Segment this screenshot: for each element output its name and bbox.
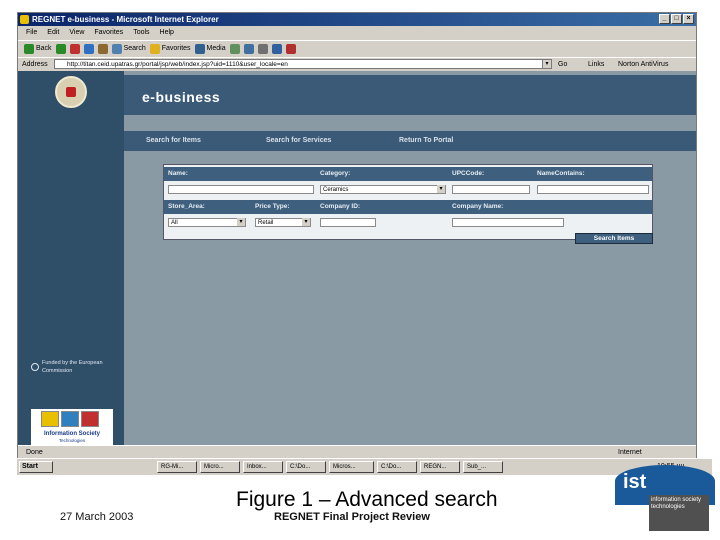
task-button[interactable]: Micros... bbox=[329, 461, 374, 473]
menu-bar: File Edit View Favorites Tools Help bbox=[18, 26, 696, 39]
menu-edit[interactable]: Edit bbox=[47, 26, 59, 39]
forward-icon[interactable] bbox=[55, 43, 66, 54]
address-bar: Address http://titan.ceid.upatras.gr/por… bbox=[18, 57, 696, 71]
figure-caption: Figure 1 – Advanced search bbox=[236, 488, 498, 511]
edit-icon[interactable] bbox=[271, 43, 282, 54]
ie-icon bbox=[20, 15, 29, 24]
discuss-icon[interactable] bbox=[285, 43, 296, 54]
ist-subtext: information society technologies bbox=[649, 495, 709, 531]
task-button[interactable]: RG-Mi... bbox=[157, 461, 197, 473]
ist-tile-icon bbox=[81, 411, 99, 427]
browser-window: REGNET e-business - Microsoft Internet E… bbox=[17, 12, 697, 460]
task-button[interactable]: C:\Do... bbox=[286, 461, 326, 473]
start-button[interactable]: Start bbox=[19, 461, 53, 473]
address-input[interactable]: http://titan.ceid.upatras.gr/portal/jsp/… bbox=[54, 59, 552, 69]
company-name-label: Company Name: bbox=[452, 203, 504, 210]
namecontains-input[interactable] bbox=[537, 185, 649, 194]
ist-tile-icon bbox=[41, 411, 59, 427]
task-button[interactable]: REGN... bbox=[420, 461, 460, 473]
price-type-select[interactable]: Retail bbox=[255, 218, 311, 227]
stop-icon[interactable] bbox=[69, 43, 80, 54]
store-area-label: Store_Area: bbox=[168, 203, 205, 210]
ist-text: Information Society bbox=[43, 431, 100, 437]
refresh-icon[interactable] bbox=[83, 43, 94, 54]
company-id-input[interactable] bbox=[320, 218, 376, 227]
ist-program-logo: Information Society Technologies bbox=[31, 409, 113, 445]
category-select[interactable]: Ceramics bbox=[320, 185, 446, 194]
page-title: e-business bbox=[142, 89, 221, 105]
store-area-select[interactable]: All bbox=[168, 218, 246, 227]
form-row-2-header bbox=[164, 200, 652, 214]
menu-help[interactable]: Help bbox=[160, 26, 174, 39]
minimize-icon[interactable]: _ bbox=[659, 14, 670, 24]
address-label: Address bbox=[22, 61, 48, 68]
upccode-label: UPCCode: bbox=[452, 170, 485, 177]
menu-favorites[interactable]: Favorites bbox=[94, 26, 123, 39]
maximize-icon[interactable]: □ bbox=[671, 14, 682, 24]
task-button[interactable]: C:\Do... bbox=[377, 461, 417, 473]
taskbar: Start RG-Mi... Micro... Inbox... C:\Do..… bbox=[17, 458, 712, 475]
namecontains-label: NameContains: bbox=[537, 170, 585, 177]
presentation-title: REGNET Final Project Review bbox=[274, 511, 430, 523]
search-button[interactable]: Search bbox=[111, 41, 146, 57]
menu-tools[interactable]: Tools bbox=[133, 26, 149, 39]
window-title: REGNET e-business - Microsoft Internet E… bbox=[32, 15, 219, 24]
norton-antivirus-button[interactable]: Norton AntiVirus bbox=[618, 58, 668, 71]
name-input[interactable] bbox=[168, 185, 314, 194]
home-icon[interactable] bbox=[97, 43, 108, 54]
ist-word: ist bbox=[623, 471, 647, 493]
menu-view[interactable]: View bbox=[69, 26, 84, 39]
close-icon[interactable]: × bbox=[683, 14, 694, 24]
mail-icon[interactable] bbox=[243, 43, 254, 54]
address-dropdown-icon[interactable]: ▾ bbox=[542, 59, 552, 69]
links-button[interactable]: Links bbox=[588, 58, 604, 71]
name-label: Name: bbox=[168, 170, 188, 177]
task-button[interactable]: Micro... bbox=[200, 461, 240, 473]
slide-date: 27 March 2003 bbox=[60, 511, 134, 523]
window-controls: _ □ × bbox=[659, 14, 694, 24]
nav-search-services[interactable]: Search for Services bbox=[266, 137, 331, 144]
page-content: Funded by the European Commission Inform… bbox=[18, 71, 696, 445]
task-button[interactable]: Sub_... bbox=[463, 461, 503, 473]
price-type-label: Price Type: bbox=[255, 203, 290, 210]
status-bar: Done Internet bbox=[18, 445, 696, 459]
company-id-label: Company ID: bbox=[320, 203, 361, 210]
search-items-button[interactable]: Search Items bbox=[575, 233, 653, 244]
nav-return-portal[interactable]: Return To Portal bbox=[399, 137, 453, 144]
back-arrow-icon bbox=[24, 43, 34, 54]
star-icon bbox=[149, 43, 160, 54]
go-button[interactable]: Go bbox=[558, 58, 567, 71]
regnet-logo bbox=[55, 76, 87, 108]
menu-file[interactable]: File bbox=[26, 26, 37, 39]
search-icon bbox=[111, 43, 122, 54]
nav-search-items[interactable]: Search for Items bbox=[146, 137, 201, 144]
left-panel: Funded by the European Commission Inform… bbox=[18, 71, 124, 445]
task-button[interactable]: Inbox... bbox=[243, 461, 283, 473]
title-bar: REGNET e-business - Microsoft Internet E… bbox=[18, 13, 696, 26]
history-icon[interactable] bbox=[229, 43, 240, 54]
toolbar: Back Search Favorites Media bbox=[18, 40, 696, 56]
category-label: Category: bbox=[320, 170, 351, 177]
back-button[interactable]: Back bbox=[24, 41, 52, 57]
media-icon bbox=[194, 43, 205, 54]
funded-text: Funded by the European Commission bbox=[42, 360, 103, 374]
ist-tiles bbox=[41, 411, 99, 427]
print-icon[interactable] bbox=[257, 43, 268, 54]
ist-corner-logo: ist information society technologies bbox=[615, 465, 715, 531]
media-button[interactable]: Media bbox=[194, 41, 226, 57]
company-name-input[interactable] bbox=[452, 218, 564, 227]
favorites-button[interactable]: Favorites bbox=[149, 41, 191, 57]
ist-tile-icon bbox=[61, 411, 79, 427]
upccode-input[interactable] bbox=[452, 185, 530, 194]
ist-subtext: Technologies bbox=[58, 438, 86, 443]
